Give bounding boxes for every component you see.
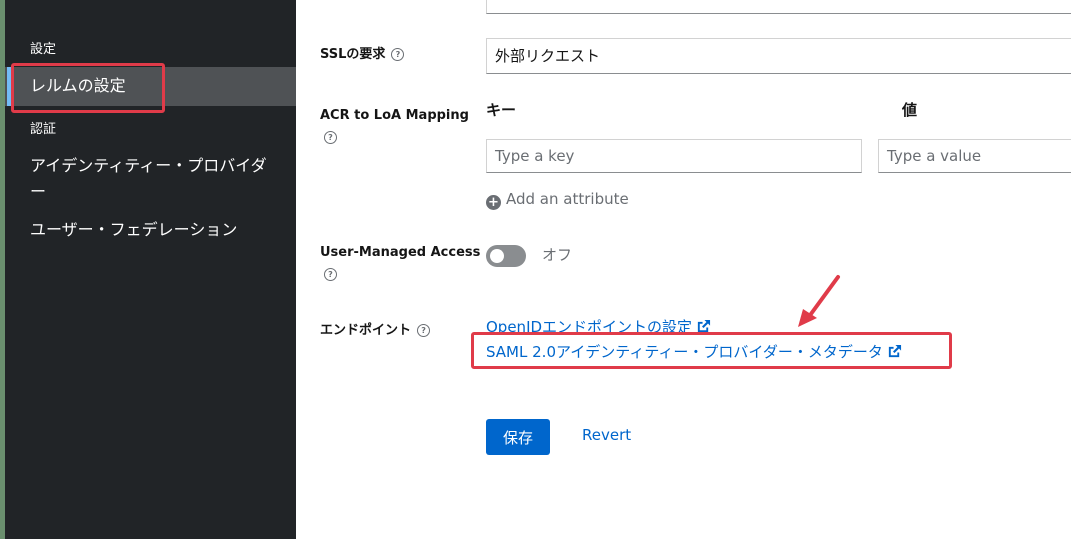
annotation-arrow-icon <box>798 275 840 327</box>
